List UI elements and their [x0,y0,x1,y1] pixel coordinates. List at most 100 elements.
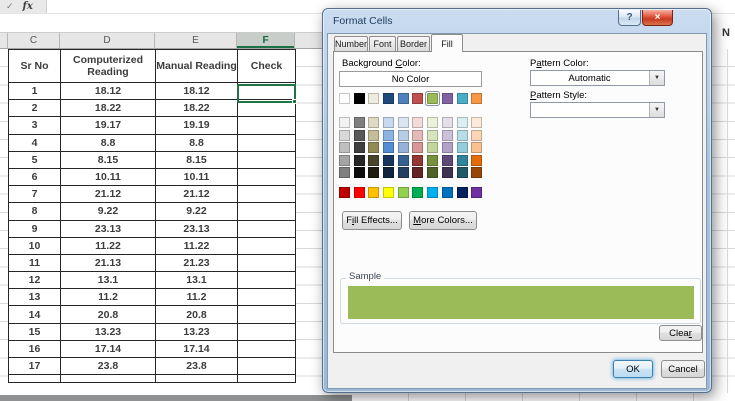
color-swatch[interactable] [397,154,409,166]
color-swatch[interactable] [368,142,380,154]
color-swatch[interactable] [339,187,350,199]
table-header-cell[interactable]: Check [237,49,296,83]
color-swatch[interactable] [383,117,395,128]
table-cell[interactable]: 23.8 [60,356,156,376]
table-cell[interactable]: 8.8 [60,133,156,152]
color-swatch[interactable] [353,93,365,104]
table-cell[interactable]: 14 [8,305,61,324]
color-swatch[interactable] [456,93,468,104]
table-cell[interactable]: 4 [8,133,61,152]
pattern-style-dropdown[interactable]: ▼ [530,102,665,118]
table-cell[interactable]: 13.23 [155,322,238,341]
table-cell[interactable]: 8.15 [155,150,238,169]
table-cell[interactable]: 11 [8,253,61,273]
color-swatch[interactable] [441,154,453,166]
table-cell[interactable]: 18.22 [155,99,238,118]
color-swatch[interactable] [397,142,409,154]
color-swatch-selected[interactable] [427,93,439,104]
table-cell[interactable]: 17.14 [155,339,238,359]
table-cell[interactable]: 11.22 [155,236,238,255]
column-header-b-sliver[interactable] [0,33,8,48]
color-swatch[interactable] [412,167,424,179]
color-swatch[interactable] [471,167,483,179]
color-swatch[interactable] [456,117,468,128]
insert-function-fx-icon[interactable]: fx [23,1,33,12]
table-cell[interactable] [8,374,61,384]
table-cell[interactable]: 9.22 [60,202,156,221]
table-cell[interactable]: 10.11 [60,167,156,187]
table-cell[interactable]: 9.22 [155,202,238,221]
pattern-color-dropdown[interactable]: Automatic ▼ [530,70,665,86]
table-cell[interactable]: 5 [8,150,61,169]
color-swatch[interactable] [456,154,468,166]
table-cell[interactable]: 18.12 [155,81,238,101]
color-swatch[interactable] [471,187,483,199]
color-swatch[interactable] [397,187,409,199]
table-cell[interactable] [237,167,296,187]
table-cell[interactable] [237,305,296,324]
table-header-cell[interactable]: Sr No [8,49,61,83]
table-cell[interactable]: 1 [8,81,61,101]
color-swatch[interactable] [397,129,409,141]
color-swatch[interactable] [427,142,439,154]
color-swatch[interactable] [353,129,365,141]
chevron-down-icon[interactable]: ▼ [649,71,664,85]
color-swatch[interactable] [397,117,409,128]
table-cell[interactable] [237,374,296,384]
table-cell[interactable] [237,253,296,273]
table-cell[interactable]: 7 [8,185,61,204]
more-colors-button[interactable]: More Colors... [409,211,477,230]
table-cell[interactable] [237,339,296,359]
table-cell[interactable]: 19.19 [155,116,238,135]
column-header-d[interactable]: D [60,33,155,48]
table-cell[interactable]: 15 [8,322,61,341]
table-cell[interactable] [237,133,296,152]
table-cell[interactable] [237,185,296,204]
color-swatch[interactable] [353,167,365,179]
color-swatch[interactable] [412,154,424,166]
fill-handle[interactable] [292,99,297,104]
table-cell[interactable]: 11.2 [60,288,156,307]
ok-button[interactable]: OK [613,360,653,378]
color-swatch[interactable] [471,117,483,128]
color-swatch[interactable] [471,154,483,166]
color-swatch[interactable] [383,154,395,166]
color-swatch[interactable] [353,154,365,166]
table-cell[interactable]: 20.8 [60,305,156,324]
color-swatch[interactable] [339,154,350,166]
enter-checkmark-icon[interactable]: ✓ [6,1,14,12]
table-cell[interactable]: 17 [8,356,61,376]
color-swatch[interactable] [427,129,439,141]
table-cell[interactable] [237,288,296,307]
column-header-e[interactable]: E [155,33,237,48]
table-cell[interactable] [155,374,238,384]
table-cell[interactable] [237,236,296,255]
table-cell[interactable]: 10 [8,236,61,255]
color-swatch[interactable] [412,117,424,128]
table-cell[interactable] [237,202,296,221]
no-color-button[interactable]: No Color [339,71,482,87]
close-button[interactable]: × [642,10,673,26]
color-swatch[interactable] [368,129,380,141]
table-cell[interactable] [237,356,296,376]
color-swatch[interactable] [368,167,380,179]
color-swatch[interactable] [441,142,453,154]
table-cell[interactable]: 18.12 [60,81,156,101]
color-swatch[interactable] [456,187,468,199]
tab-border[interactable]: Border [397,36,430,51]
color-swatch[interactable] [471,142,483,154]
color-swatch[interactable] [383,93,395,104]
table-cell[interactable]: 6 [8,167,61,187]
table-cell[interactable]: 13 [8,288,61,307]
column-header-c[interactable]: C [8,33,60,48]
table-cell[interactable]: 19.17 [60,116,156,135]
table-cell[interactable] [237,150,296,169]
dialog-title[interactable]: Format Cells [333,15,393,27]
fill-effects-button[interactable]: Fill Effects... [342,211,402,230]
chevron-down-icon[interactable]: ▼ [649,103,664,117]
color-swatch[interactable] [441,187,453,199]
table-cell[interactable]: 21.12 [60,185,156,204]
color-swatch[interactable] [471,93,483,104]
color-swatch[interactable] [412,129,424,141]
table-cell[interactable]: 16 [8,339,61,359]
